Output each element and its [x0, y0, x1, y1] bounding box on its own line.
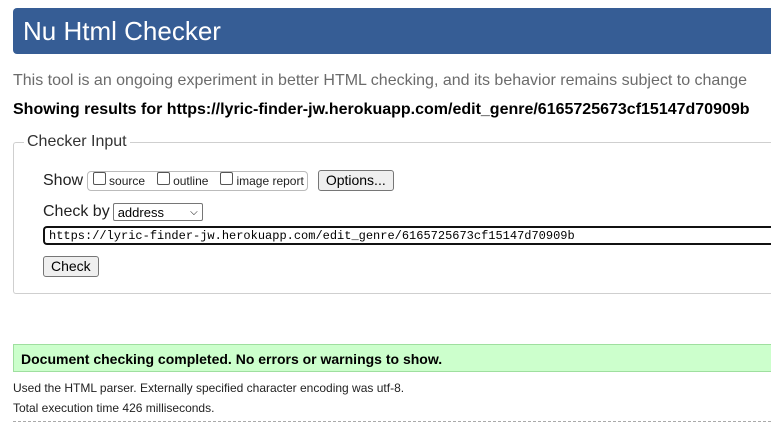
checker-input-legend: Checker Input: [24, 133, 130, 151]
url-input-value: https://lyric-finder-jw.herokuapp.com/ed…: [49, 229, 575, 243]
url-input[interactable]: https://lyric-finder-jw.herokuapp.com/ed…: [43, 226, 771, 245]
outline-checkbox[interactable]: [157, 172, 171, 185]
showing-results-heading: Showing results for https://lyric-finder…: [13, 101, 750, 118]
check-by-value: address: [117, 204, 164, 220]
option-source[interactable]: source: [91, 172, 146, 188]
success-message: Document checking completed. No errors o…: [21, 351, 443, 367]
show-label: Show: [43, 171, 84, 189]
success-message-box: Document checking completed. No errors o…: [13, 344, 771, 372]
check-button[interactable]: Check: [43, 256, 99, 277]
option-outline[interactable]: outline: [155, 172, 209, 188]
header-banner: Nu Html Checker: [13, 8, 771, 54]
options-button[interactable]: Options...: [317, 170, 394, 191]
option-outline-label: outline: [173, 173, 209, 188]
execution-time: Total execution time 426 milliseconds.: [13, 401, 215, 415]
source-checkbox[interactable]: [93, 172, 107, 185]
parser-info: Used the HTML parser. Externally specifi…: [13, 381, 405, 395]
option-image-report[interactable]: image report: [218, 172, 304, 188]
check-by-label: Check by: [43, 203, 110, 220]
show-options-row: Show source outline image report Options…: [43, 170, 394, 191]
page-title: Nu Html Checker: [23, 16, 221, 46]
show-options-group: source outline image report: [87, 170, 308, 191]
intro-text: This tool is an ongoing experiment in be…: [13, 72, 748, 89]
page: Nu Html Checker This tool is an ongoing …: [0, 0, 771, 435]
check-by-select[interactable]: address ⌵: [112, 203, 203, 221]
option-source-label: source: [109, 173, 146, 188]
image-report-checkbox[interactable]: [220, 172, 234, 185]
chevron-down-icon: ⌵: [190, 206, 198, 218]
option-image-report-label: image report: [236, 173, 304, 188]
check-by-row: Check by address ⌵: [43, 203, 203, 221]
divider: [13, 421, 771, 422]
